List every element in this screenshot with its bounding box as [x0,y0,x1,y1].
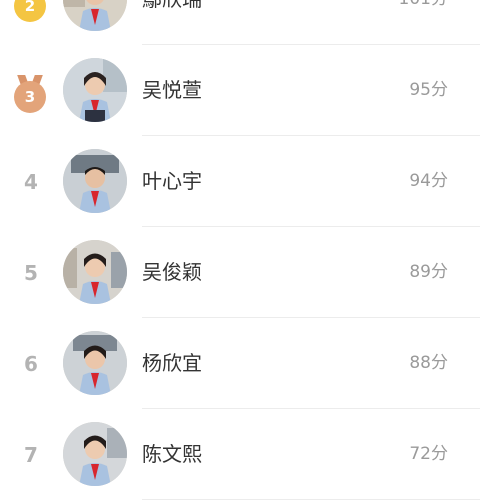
student-name: 鄢欣瑞 [142,0,202,45]
leaderboard-list: 2 鄢欣瑞 101分 3 [0,0,480,500]
bronze-medal-icon: 3 [14,75,46,113]
student-score: 95分 [409,80,448,100]
avatar [63,58,127,122]
student-score: 94分 [409,171,448,191]
student-score: 101分 [399,0,448,45]
rank-number: 7 [24,442,38,467]
student-name: 吴悦萱 [142,78,202,102]
avatar [63,240,127,304]
student-score: 88分 [409,353,448,373]
medal-rank-number: 3 [14,81,46,113]
rank-number: 4 [24,169,38,194]
student-score: 89分 [409,262,448,282]
rank-number: 6 [24,351,38,376]
student-name: 陈文熙 [142,442,202,466]
student-name: 杨欣宜 [142,351,202,375]
leaderboard-row[interactable]: 4 叶心宇 94分 [0,136,480,227]
medal-rank-number: 2 [14,0,46,22]
rank-number: 5 [24,260,38,285]
avatar [63,331,127,395]
leaderboard-row[interactable]: 5 吴俊颖 89分 [0,227,480,318]
avatar [63,149,127,213]
avatar [63,422,127,486]
student-score: 72分 [409,444,448,464]
avatar [63,0,127,31]
leaderboard-row[interactable]: 2 鄢欣瑞 101分 [0,0,480,45]
leaderboard-row[interactable]: 3 吴悦萱 95分 [0,45,480,136]
leaderboard-row[interactable]: 6 杨欣宜 88分 [0,318,480,409]
leaderboard-row[interactable]: 7 陈文熙 72分 [0,409,480,500]
silver-medal-icon: 2 [14,0,46,22]
student-name: 叶心宇 [142,169,202,193]
student-name: 吴俊颖 [142,260,202,284]
